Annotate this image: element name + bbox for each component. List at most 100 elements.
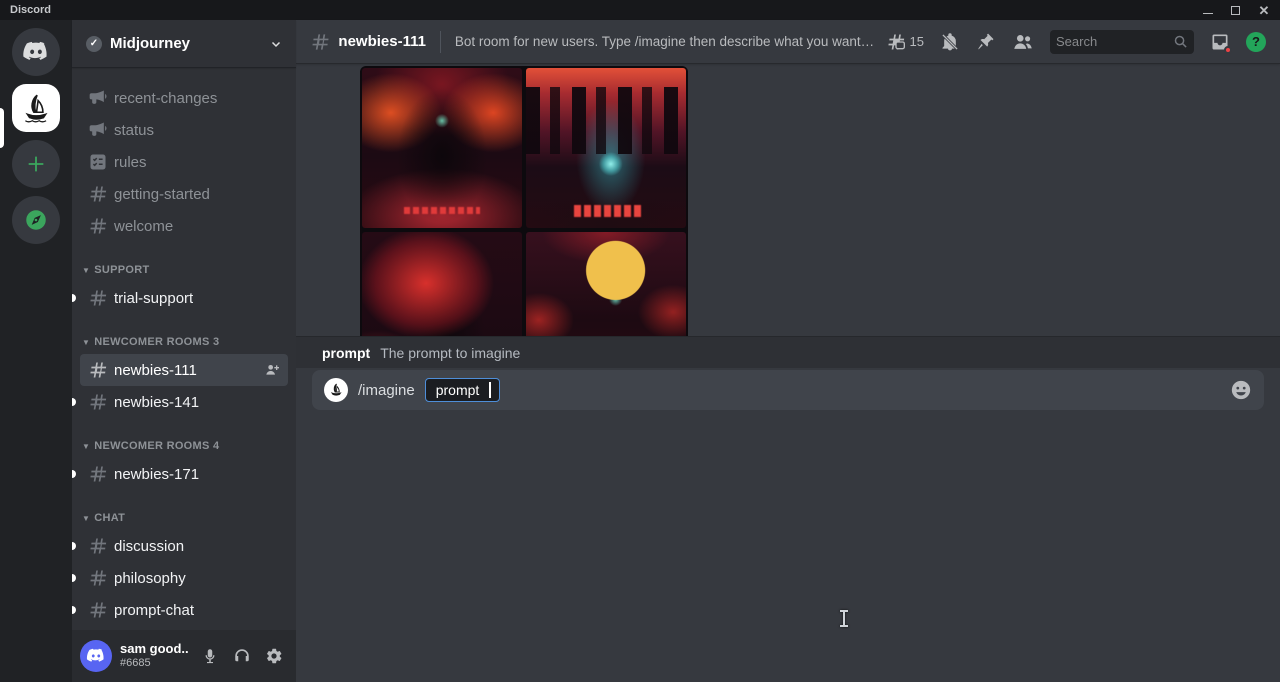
megaphone-icon [88,120,108,140]
midjourney-sailboat-icon [19,91,53,125]
window-title: Discord [10,4,51,16]
server-icon-midjourney[interactable] [12,84,60,132]
hash-icon [88,600,108,620]
slash-command-helper: prompt The prompt to imagine [296,336,1280,368]
message-composer[interactable]: /imagine prompt [312,370,1264,410]
pin-icon [976,32,996,52]
generated-image-3[interactable] [362,232,522,336]
hash-icon [88,536,108,556]
channel-list: recent-changes status rules getting-star… [72,68,296,682]
gear-icon [265,647,283,665]
category-chat[interactable]: ▼ CHAT [80,506,288,530]
user-panel: sam good... #6685 [72,630,296,682]
help-button[interactable]: ? [1246,32,1266,52]
generated-image-4[interactable] [526,232,686,336]
username: sam good... [120,642,188,657]
hash-icon [88,360,108,380]
channel-discussion[interactable]: discussion [80,530,288,562]
midjourney-sailboat-icon [328,382,344,398]
threads-count: 15 [910,34,924,49]
megaphone-icon [88,88,108,108]
discord-logo-icon [86,648,106,664]
category-newcomer-rooms-3[interactable]: ▼ NEWCOMER ROOMS 3 [80,330,288,354]
bell-muted-icon [940,32,960,52]
emoji-icon [1230,379,1252,401]
prompt-option-field[interactable]: prompt [425,378,500,402]
channel-sidebar: ✓ Midjourney recent-changes status rules… [72,20,296,682]
plus-icon [25,153,47,175]
channel-getting-started[interactable]: getting-started [80,178,288,210]
microphone-icon [201,647,219,665]
channel-welcome[interactable]: welcome [80,210,288,242]
help-icon: ? [1246,32,1266,52]
notification-settings-button[interactable] [940,32,960,52]
chevron-down-icon [270,38,282,50]
mute-microphone-button[interactable] [196,642,224,670]
server-header[interactable]: ✓ Midjourney [72,20,296,68]
chevron-down-icon: ▼ [82,442,90,451]
channel-trial-support[interactable]: trial-support [80,282,288,314]
generated-image-2[interactable] [526,68,686,228]
hash-icon [88,216,108,236]
user-avatar[interactable] [80,640,112,672]
category-newcomer-rooms-4[interactable]: ▼ NEWCOMER ROOMS 4 [80,434,288,458]
midjourney-image-grid[interactable] [360,66,688,336]
home-button[interactable] [12,28,60,76]
threads-button[interactable]: 15 [886,32,924,52]
rules-icon [88,152,108,172]
category-support[interactable]: ▼ SUPPORT [80,258,288,282]
hash-icon [88,568,108,588]
headphones-icon [233,647,251,665]
text-caret [489,382,491,398]
command-option-description: The prompt to imagine [380,345,520,361]
inbox-button[interactable] [1210,32,1230,52]
command-option-name: prompt [322,345,370,361]
window-minimize-button[interactable] [1203,7,1213,14]
explore-servers-button[interactable] [12,196,60,244]
member-list-button[interactable] [1012,31,1034,53]
user-discriminator: #6685 [120,657,188,670]
create-invite-icon[interactable] [264,362,280,378]
generated-image-1[interactable] [362,68,522,228]
verified-badge-icon: ✓ [86,36,102,52]
window-close-button[interactable]: ✕ [1258,4,1270,16]
user-settings-button[interactable] [260,642,288,670]
message-list[interactable]: U1 U2 U3 U4 V1 V2 V3 V4 [296,64,1280,336]
channel-header: newbies-111 Bot room for new users. Type… [296,20,1280,64]
add-server-button[interactable] [12,140,60,188]
channel-prompt-chat[interactable]: prompt-chat [80,594,288,626]
channel-newbies-111[interactable]: newbies-111 [80,354,288,386]
composer-bottom-spacer [296,410,1280,682]
hash-icon [88,288,108,308]
hash-icon [88,464,108,484]
pinned-messages-button[interactable] [976,32,996,52]
chevron-down-icon: ▼ [82,514,90,523]
channel-philosophy[interactable]: philosophy [80,562,288,594]
channel-rules[interactable]: rules [80,146,288,178]
threads-icon [886,32,906,52]
channel-newbies-171[interactable]: newbies-171 [80,458,288,490]
members-icon [1012,31,1034,53]
divider [440,31,441,53]
hash-icon [88,184,108,204]
chevron-down-icon: ▼ [82,338,90,347]
compass-icon [23,207,49,233]
hash-icon [310,31,330,53]
user-info[interactable]: sam good... #6685 [120,642,188,670]
discord-logo-icon [22,41,50,63]
channel-recent-changes[interactable]: recent-changes [80,82,288,114]
server-name: Midjourney [110,35,190,52]
active-command-label: /imagine [358,382,415,399]
channel-topic[interactable]: Bot room for new users. Type /imagine th… [455,34,878,49]
chevron-down-icon: ▼ [82,266,90,275]
search-icon [1173,34,1188,49]
channel-newbies-141[interactable]: newbies-141 [80,386,288,418]
search-input[interactable]: Search [1050,30,1194,54]
window-titlebar: Discord ✕ [0,0,1280,20]
active-server-pill [0,108,4,148]
deafen-button[interactable] [228,642,256,670]
channel-status[interactable]: status [80,114,288,146]
inbox-badge [1224,46,1232,54]
window-maximize-button[interactable] [1231,6,1240,15]
emoji-picker-button[interactable] [1230,379,1252,401]
